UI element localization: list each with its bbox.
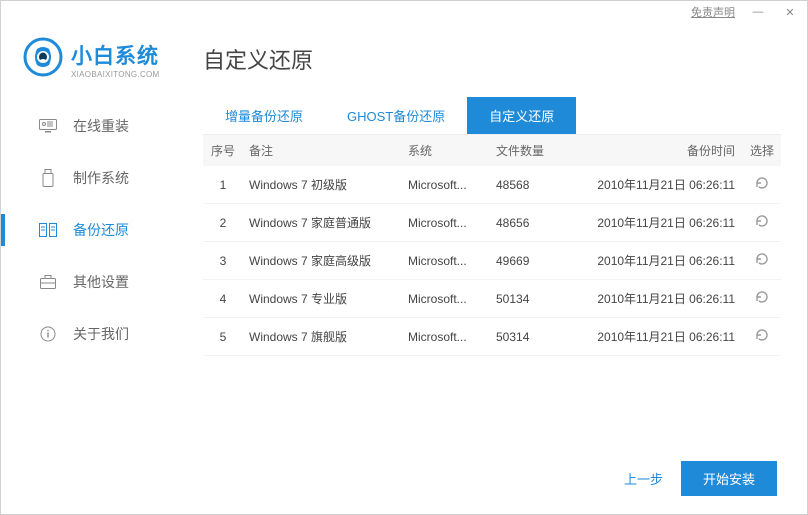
minimize-icon[interactable]: — — [749, 6, 767, 18]
app-window: { "titlebar": { "disclaimer": "免责声明" }, … — [0, 0, 808, 515]
cell-time: 2010年11月21日 06:26:11 — [568, 176, 743, 193]
prev-button[interactable]: 上一步 — [624, 469, 663, 488]
table-header: 序号 备注 系统 文件数量 备份时间 选择 — [203, 135, 781, 166]
sidebar-item-about[interactable]: 关于我们 — [1, 308, 185, 360]
tabs: 增量备份还原 GHOST备份还原 自定义还原 — [203, 97, 781, 135]
tab-incremental[interactable]: 增量备份还原 — [203, 97, 325, 134]
footer: 上一步 开始安装 — [203, 445, 781, 514]
cell-note: Windows 7 旗舰版 — [243, 328, 408, 345]
cell-system: Microsoft... — [408, 292, 496, 306]
cell-time: 2010年11月21日 06:26:11 — [568, 328, 743, 345]
col-index: 序号 — [203, 142, 243, 159]
restore-icon[interactable] — [743, 327, 781, 346]
tab-ghost[interactable]: GHOST备份还原 — [325, 97, 467, 134]
sidebar-item-reinstall[interactable]: 在线重装 — [1, 100, 185, 152]
cell-index: 2 — [203, 216, 243, 230]
table-body: 1Windows 7 初级版Microsoft...485682010年11月2… — [203, 166, 781, 445]
sidebar: 小白系统 XIAOBAIXITONG.COM 在线重装 制作系统 备份还原 — [1, 23, 185, 514]
brand: 小白系统 XIAOBAIXITONG.COM — [1, 31, 185, 100]
col-note: 备注 — [243, 142, 408, 159]
usb-icon — [39, 170, 57, 186]
sidebar-item-label: 其他设置 — [73, 272, 129, 292]
cell-note: Windows 7 初级版 — [243, 176, 408, 193]
cell-count: 50314 — [496, 330, 568, 344]
table-row[interactable]: 3Windows 7 家庭高级版Microsoft...496692010年11… — [203, 242, 781, 280]
cell-index: 3 — [203, 254, 243, 268]
table-row[interactable]: 1Windows 7 初级版Microsoft...485682010年11月2… — [203, 166, 781, 204]
col-select: 选择 — [743, 142, 781, 159]
brand-title: 小白系统 — [71, 40, 160, 70]
cell-count: 49669 — [496, 254, 568, 268]
body: 小白系统 XIAOBAIXITONG.COM 在线重装 制作系统 备份还原 — [1, 23, 807, 514]
tab-custom[interactable]: 自定义还原 — [467, 97, 576, 134]
cell-system: Microsoft... — [408, 216, 496, 230]
cell-count: 50134 — [496, 292, 568, 306]
col-count: 文件数量 — [496, 142, 568, 159]
table-row[interactable]: 4Windows 7 专业版Microsoft...501342010年11月2… — [203, 280, 781, 318]
table-row[interactable]: 2Windows 7 家庭普通版Microsoft...486562010年11… — [203, 204, 781, 242]
titlebar: 免责声明 — ✕ — [1, 1, 807, 23]
cell-time: 2010年11月21日 06:26:11 — [568, 214, 743, 231]
cell-note: Windows 7 专业版 — [243, 290, 408, 307]
cell-index: 5 — [203, 330, 243, 344]
restore-icon[interactable] — [743, 251, 781, 270]
main: 自定义还原 增量备份还原 GHOST备份还原 自定义还原 序号 备注 系统 文件… — [185, 23, 807, 514]
close-icon[interactable]: ✕ — [781, 6, 799, 19]
restore-icon[interactable] — [743, 175, 781, 194]
cell-system: Microsoft... — [408, 330, 496, 344]
backup-icon — [39, 222, 57, 238]
restore-icon[interactable] — [743, 289, 781, 308]
table-row[interactable]: 5Windows 7 旗舰版Microsoft...503142010年11月2… — [203, 318, 781, 356]
sidebar-item-label: 在线重装 — [73, 116, 129, 136]
brand-subtitle: XIAOBAIXITONG.COM — [71, 70, 160, 79]
cell-time: 2010年11月21日 06:26:11 — [568, 252, 743, 269]
cell-system: Microsoft... — [408, 178, 496, 192]
start-install-button[interactable]: 开始安装 — [681, 461, 777, 496]
restore-icon[interactable] — [743, 213, 781, 232]
cell-note: Windows 7 家庭高级版 — [243, 252, 408, 269]
sidebar-item-makesystem[interactable]: 制作系统 — [1, 152, 185, 204]
nav: 在线重装 制作系统 备份还原 其他设置 关于我们 — [1, 100, 185, 360]
sidebar-item-settings[interactable]: 其他设置 — [1, 256, 185, 308]
page-title: 自定义还原 — [203, 43, 781, 75]
cell-note: Windows 7 家庭普通版 — [243, 214, 408, 231]
monitor-icon — [39, 118, 57, 134]
logo-icon — [23, 37, 63, 82]
disclaimer-link[interactable]: 免责声明 — [691, 4, 735, 20]
col-system: 系统 — [408, 142, 496, 159]
cell-count: 48568 — [496, 178, 568, 192]
sidebar-item-backup[interactable]: 备份还原 — [1, 204, 185, 256]
cell-system: Microsoft... — [408, 254, 496, 268]
info-icon — [39, 326, 57, 342]
briefcase-icon — [39, 274, 57, 290]
cell-count: 48656 — [496, 216, 568, 230]
cell-index: 4 — [203, 292, 243, 306]
col-time: 备份时间 — [568, 142, 743, 159]
cell-time: 2010年11月21日 06:26:11 — [568, 290, 743, 307]
sidebar-item-label: 制作系统 — [73, 168, 129, 188]
sidebar-item-label: 关于我们 — [73, 324, 129, 344]
cell-index: 1 — [203, 178, 243, 192]
sidebar-item-label: 备份还原 — [73, 220, 129, 240]
